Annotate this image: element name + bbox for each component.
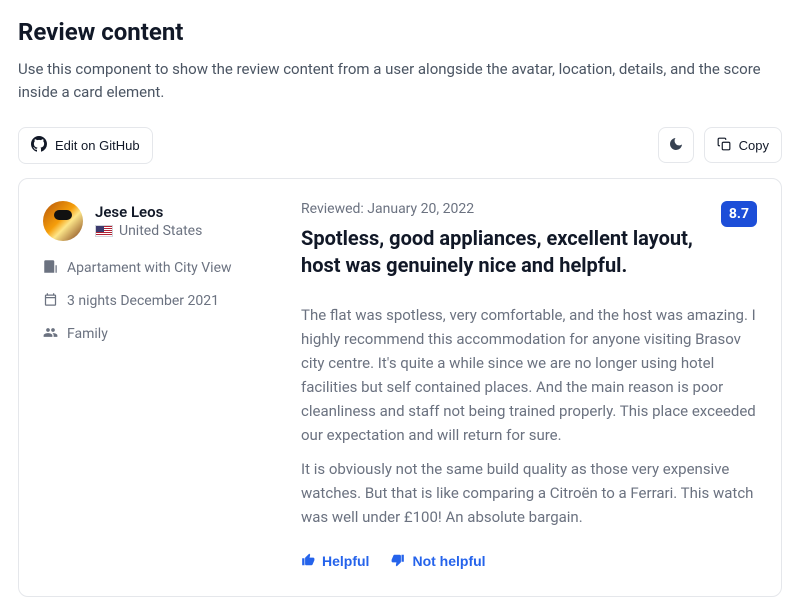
people-icon [43, 325, 58, 344]
detail-group: Family [43, 325, 273, 344]
user-row: Jese Leos United States [43, 201, 273, 241]
thumb-up-icon [301, 553, 315, 570]
review-body: The flat was spotless, very comfortable,… [301, 303, 757, 539]
avatar [43, 201, 83, 241]
review-paragraph: The flat was spotless, very comfortable,… [301, 303, 757, 447]
copy-icon [717, 137, 731, 154]
review-title: Spotless, good appliances, excellent lay… [301, 225, 707, 279]
review-card: Jese Leos United States Apartament with … [18, 178, 782, 597]
section-title: Review content [18, 18, 782, 46]
copy-label: Copy [739, 138, 769, 153]
detail-list: Apartament with City View 3 nights Decem… [43, 259, 273, 344]
user-country: United States [119, 223, 202, 239]
review-sidebar: Jese Leos United States Apartament with … [43, 201, 273, 570]
dark-mode-toggle[interactable] [658, 127, 694, 163]
edit-github-label: Edit on GitHub [55, 138, 140, 153]
detail-stay: 3 nights December 2021 [43, 292, 273, 311]
moon-icon [668, 136, 684, 155]
user-location: United States [95, 223, 202, 239]
feedback-row: Helpful Not helpful [301, 553, 757, 570]
calendar-icon [43, 292, 58, 311]
section-description: Use this component to show the review co… [18, 58, 778, 105]
review-main: Reviewed: January 20, 2022 Spotless, goo… [301, 201, 757, 570]
building-icon [43, 259, 58, 278]
us-flag-icon [95, 225, 113, 237]
helpful-button[interactable]: Helpful [301, 553, 369, 570]
reviewed-date: Reviewed: January 20, 2022 [301, 201, 707, 217]
detail-room: Apartament with City View [43, 259, 273, 278]
review-paragraph: It is obviously not the same build quali… [301, 457, 757, 529]
github-icon [31, 136, 47, 155]
user-name: Jese Leos [95, 203, 202, 221]
not-helpful-button[interactable]: Not helpful [391, 553, 485, 570]
score-badge: 8.7 [721, 201, 757, 227]
thumb-down-icon [391, 553, 405, 570]
copy-button[interactable]: Copy [704, 127, 782, 163]
toolbar: Edit on GitHub Copy [18, 127, 782, 164]
edit-github-button[interactable]: Edit on GitHub [18, 127, 153, 164]
review-header: Reviewed: January 20, 2022 Spotless, goo… [301, 201, 757, 279]
